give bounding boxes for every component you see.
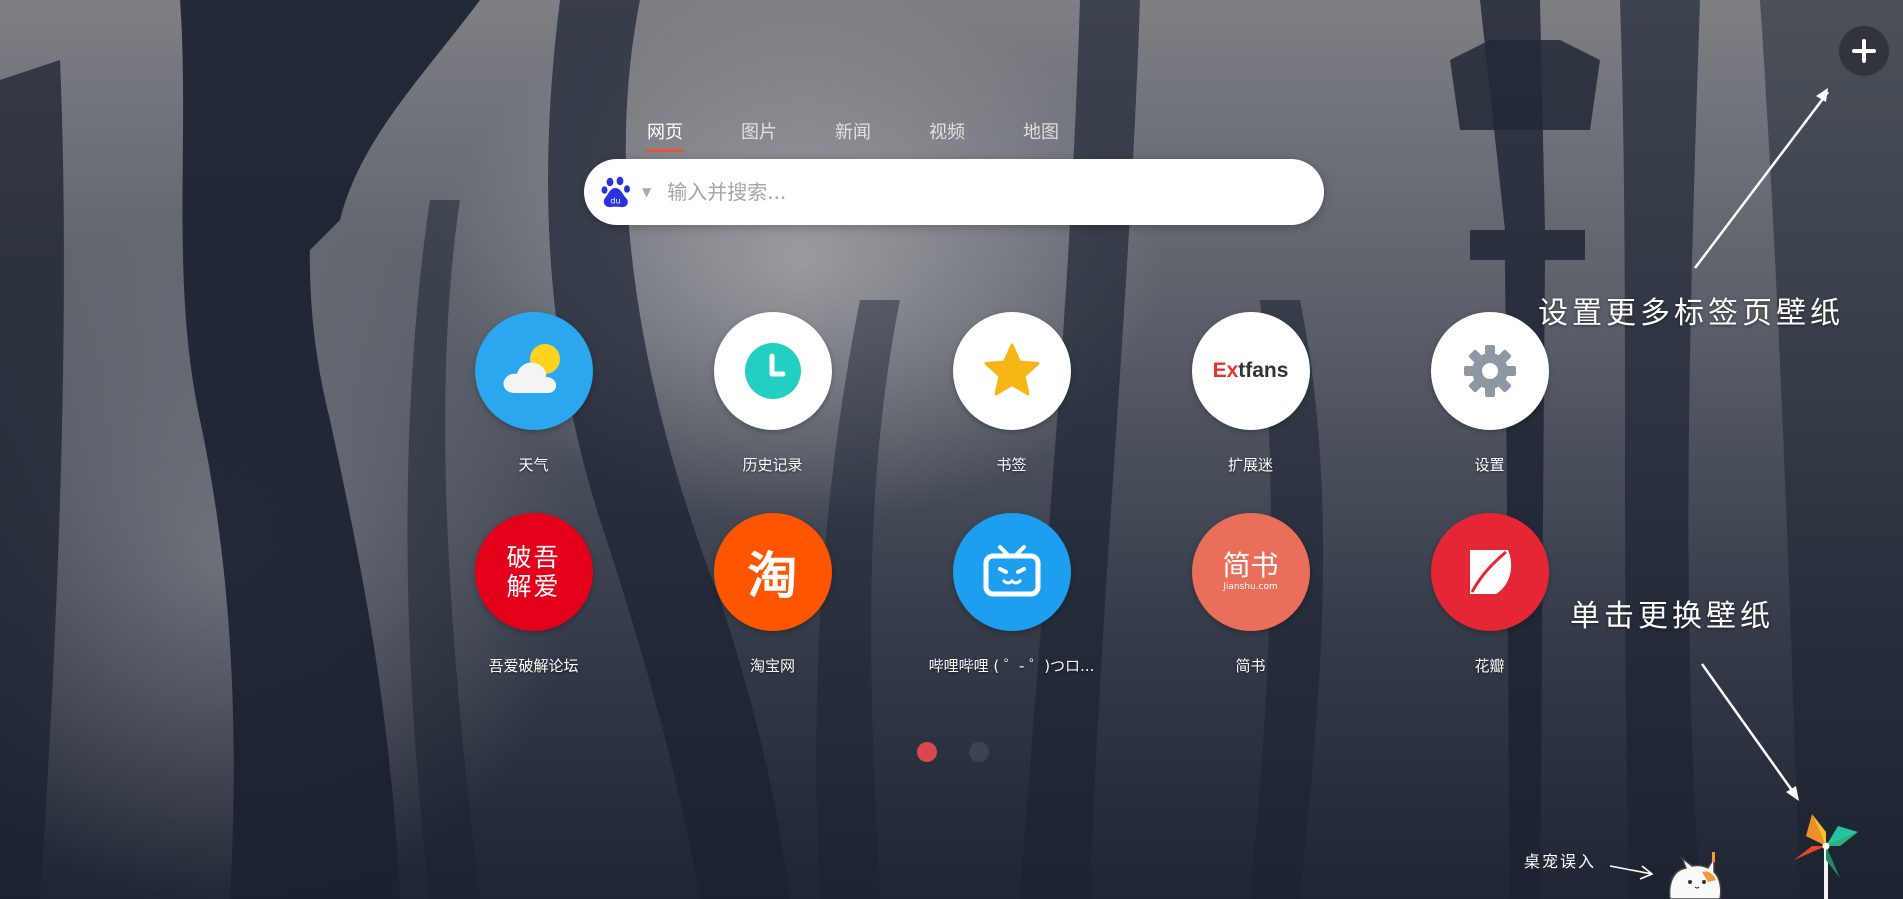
shortcut-label: 扩展迷 xyxy=(1227,456,1273,474)
chevron-down-icon: ▼ xyxy=(642,185,652,199)
shortcut-label: 花瓣 xyxy=(1474,657,1505,675)
plus-icon xyxy=(1852,39,1876,63)
shortcut-label: 简书 xyxy=(1235,657,1266,675)
shortcut-grid: 天气 历史记录 书签 Extfans 扩展迷 设置 破吾 解爱 吾爱破解论坛 淘… xyxy=(414,312,1549,676)
star-icon xyxy=(952,312,1071,430)
new-tab-page: 网页 图片 新闻 视频 地图 du ▼ 输入并搜索... 天气 历史记录 书签 … xyxy=(0,0,1903,899)
svg-text:du: du xyxy=(610,197,620,206)
tab-news[interactable]: 新闻 xyxy=(834,118,928,156)
tab-map[interactable]: 地图 xyxy=(1022,118,1116,156)
shortcut-label: 哔哩哔哩 ( ゜- ゜)つロ... xyxy=(928,657,1095,675)
pinwheel-icon[interactable] xyxy=(1790,812,1860,899)
huaban-logo-icon xyxy=(1430,513,1549,631)
shortcut-label: 历史记录 xyxy=(742,456,803,474)
shortcut-bilibili[interactable]: 哔哩哔哩 ( ゜- ゜)つロ... xyxy=(892,513,1131,676)
hint-add-wallpaper: 设置更多标签页壁纸 xyxy=(1538,296,1844,331)
shortcut-label: 淘宝网 xyxy=(749,657,795,675)
tab-web[interactable]: 网页 xyxy=(646,118,740,156)
shortcut-settings[interactable]: 设置 xyxy=(1370,312,1609,475)
taobao-logo-icon: 淘 xyxy=(713,513,832,631)
search-box: du ▼ xyxy=(584,159,1324,225)
shortcut-label: 设置 xyxy=(1474,456,1505,474)
shortcut-52pojie[interactable]: 破吾 解爱 吾爱破解论坛 xyxy=(414,513,653,676)
shortcut-bookmarks[interactable]: 书签 xyxy=(892,312,1131,475)
shortcut-jianshu[interactable]: 简书 Jianshu.com 简书 xyxy=(1131,513,1370,676)
shortcut-extfans[interactable]: Extfans 扩展迷 xyxy=(1131,312,1370,475)
search-engine-selector[interactable]: du ▼ xyxy=(600,175,651,209)
add-wallpaper-button[interactable] xyxy=(1839,26,1889,76)
tab-video[interactable]: 视频 xyxy=(928,118,1022,156)
weather-icon xyxy=(474,312,593,430)
shortcut-history[interactable]: 历史记录 xyxy=(653,312,892,475)
clock-icon xyxy=(713,312,832,430)
search-input[interactable] xyxy=(665,179,1270,205)
shortcut-taobao[interactable]: 淘 淘宝网 xyxy=(653,513,892,676)
baidu-paw-icon: du xyxy=(601,176,630,208)
search-category-tabs: 网页 图片 新闻 视频 地图 xyxy=(646,118,1116,156)
shortcut-label: 书签 xyxy=(996,456,1027,474)
shortcut-label: 吾爱破解论坛 xyxy=(488,657,579,675)
shortcut-weather[interactable]: 天气 xyxy=(414,312,653,475)
cat-pet-icon[interactable] xyxy=(1662,852,1726,899)
tab-images[interactable]: 图片 xyxy=(740,118,834,156)
hint-change-wallpaper: 单击更换壁纸 xyxy=(1570,599,1774,634)
page-dot-2[interactable] xyxy=(969,742,989,762)
52pojie-logo-icon: 破吾 解爱 xyxy=(474,513,593,631)
extfans-logo-icon: Extfans xyxy=(1191,312,1310,430)
page-dot-1[interactable] xyxy=(917,742,937,762)
hint-pet: 桌宠误入 xyxy=(1524,852,1597,871)
shortcut-label: 天气 xyxy=(518,456,549,474)
pagination xyxy=(917,742,989,762)
bilibili-tv-icon xyxy=(952,513,1071,631)
jianshu-logo-icon: 简书 Jianshu.com xyxy=(1191,513,1310,631)
gear-icon xyxy=(1430,312,1549,430)
